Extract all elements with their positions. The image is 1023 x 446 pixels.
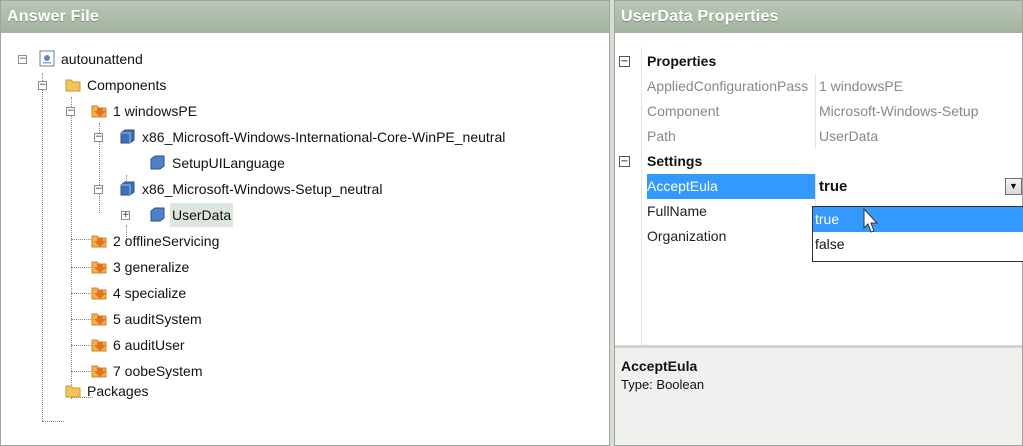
pass-icon xyxy=(91,105,107,118)
pass-icon xyxy=(91,235,107,248)
collapse-toggle[interactable]: − xyxy=(94,133,103,142)
accepteula-value[interactable]: true xyxy=(819,174,847,199)
property-name: AcceptEula xyxy=(647,174,816,199)
tree-connector xyxy=(42,421,64,422)
tree-item-label: Components xyxy=(87,77,167,93)
description-title: AcceptEula xyxy=(621,358,698,374)
tree-item-audituser[interactable]: 6 auditUser xyxy=(1,333,601,357)
pass-icon xyxy=(91,261,107,274)
mouse-pointer-icon xyxy=(863,208,879,233)
property-name: FullName xyxy=(647,199,816,224)
property-grid: − Properties AppliedConfigurationPass 1 … xyxy=(615,47,1022,345)
collapse-category-toggle[interactable]: − xyxy=(619,156,630,167)
properties-header: UserData Properties xyxy=(615,1,1022,33)
tree-item-label: x86_Microsoft-Windows-Setup_neutral xyxy=(142,181,383,197)
property-name: AppliedConfigurationPass xyxy=(647,74,816,99)
category-label: Settings xyxy=(647,153,703,169)
tree-item-label: 4 specialize xyxy=(113,285,187,301)
property-name: Organization xyxy=(647,224,816,249)
tree-item-setupuilanguage[interactable]: SetupUILanguage xyxy=(1,151,601,175)
properties-pane: UserData Properties − Properties Applied… xyxy=(614,0,1023,446)
property-row-path[interactable]: Path UserData xyxy=(615,124,1022,149)
tree-item-label: UserData xyxy=(170,203,234,227)
collapse-toggle[interactable]: − xyxy=(38,81,47,90)
answer-file-pane: Answer File − autounattend − Components … xyxy=(0,0,610,446)
folder-icon xyxy=(65,79,81,92)
component-icon xyxy=(120,129,135,144)
pass-icon xyxy=(91,313,107,326)
tree-item-auditsystem[interactable]: 5 auditSystem xyxy=(1,307,601,331)
component-icon xyxy=(120,181,135,196)
category-label: Properties xyxy=(647,53,717,69)
property-name: Path xyxy=(647,124,816,149)
tree-item-label: Packages xyxy=(87,383,149,399)
tree-item-label: 2 offlineServicing xyxy=(113,233,220,249)
tree-item-label: x86_Microsoft-Windows-International-Core… xyxy=(142,129,506,145)
tree-item-packages[interactable]: Packages xyxy=(1,379,601,403)
property-description-panel: AcceptEula Type: Boolean xyxy=(615,345,1022,445)
collapse-toggle[interactable]: − xyxy=(66,107,75,116)
pass-icon xyxy=(91,339,107,352)
property-name: Component xyxy=(647,99,816,124)
category-settings[interactable]: − Settings xyxy=(615,149,1022,174)
collapse-toggle[interactable]: − xyxy=(18,55,27,64)
setting-icon xyxy=(150,155,165,170)
tree-item-specialize[interactable]: 4 specialize xyxy=(1,281,601,305)
setting-icon xyxy=(150,207,165,222)
pass-icon xyxy=(91,287,107,300)
property-row-accepteula[interactable]: AcceptEula true ▼ xyxy=(615,174,1022,199)
answer-file-header: Answer File xyxy=(1,1,609,33)
tree-item-label: autounattend xyxy=(61,51,143,67)
description-type: Type: Boolean xyxy=(621,377,705,392)
tree-item-autounattend[interactable]: − autounattend xyxy=(1,47,601,71)
answer-file-icon xyxy=(39,50,55,67)
category-properties[interactable]: − Properties xyxy=(615,49,1022,74)
property-value: UserData xyxy=(819,128,879,144)
property-row-component[interactable]: Component Microsoft-Windows-Setup xyxy=(615,99,1022,124)
folder-icon xyxy=(65,385,81,398)
tree-item-label: 1 windowsPE xyxy=(113,103,198,119)
tree-item-generalize[interactable]: 3 generalize xyxy=(1,255,601,279)
tree-item-offlineservicing[interactable]: 2 offlineServicing xyxy=(1,229,601,253)
property-value: Microsoft-Windows-Setup xyxy=(819,103,979,119)
collapse-category-toggle[interactable]: − xyxy=(619,56,630,67)
dropdown-arrow-button[interactable]: ▼ xyxy=(1005,178,1022,195)
pass-icon xyxy=(91,365,107,378)
answer-file-tree: − autounattend − Components − 1 windowsP… xyxy=(1,33,609,443)
dropdown-option-true[interactable]: true xyxy=(813,207,1023,232)
collapse-toggle[interactable]: − xyxy=(94,185,103,194)
tree-item-userdata[interactable]: + UserData xyxy=(1,203,601,227)
tree-item-setup-neutral[interactable]: − x86_Microsoft-Windows-Setup_neutral xyxy=(1,177,601,201)
tree-item-label: 6 auditUser xyxy=(113,337,185,353)
tree-item-label: SetupUILanguage xyxy=(172,155,285,171)
tree-item-label: 3 generalize xyxy=(113,259,190,275)
tree-item-components[interactable]: − Components xyxy=(1,73,601,97)
dropdown-option-false[interactable]: false xyxy=(813,232,1023,257)
tree-item-international-core[interactable]: − x86_Microsoft-Windows-International-Co… xyxy=(1,125,611,149)
tree-item-windowspe[interactable]: − 1 windowsPE xyxy=(1,99,601,123)
expand-toggle[interactable]: + xyxy=(121,211,130,220)
property-row-applied-configuration-pass[interactable]: AppliedConfigurationPass 1 windowsPE xyxy=(615,74,1022,99)
property-value: 1 windowsPE xyxy=(819,78,904,94)
tree-item-label: 5 auditSystem xyxy=(113,311,202,327)
accepteula-dropdown-list: true false xyxy=(812,206,1023,262)
